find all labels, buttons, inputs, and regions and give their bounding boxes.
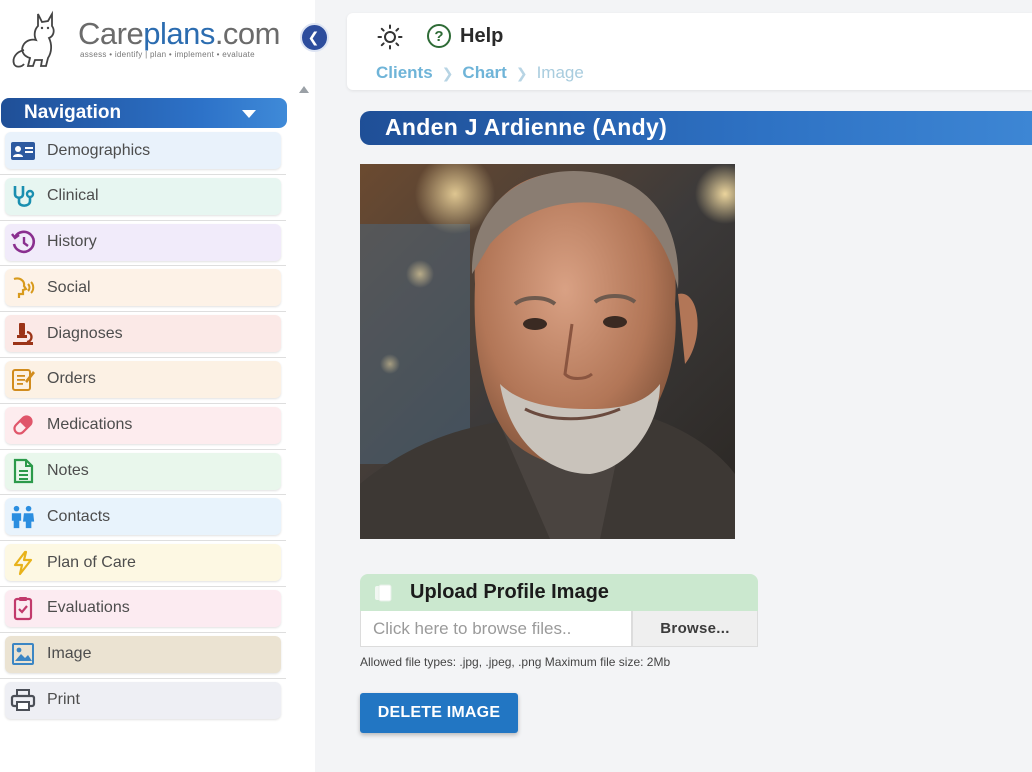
nav-row-image: Image xyxy=(0,633,286,679)
nav-row-contacts: Contacts xyxy=(0,495,286,542)
sidebar-item-label: Clinical xyxy=(47,187,99,205)
sidebar-item-label: Evaluations xyxy=(47,599,130,617)
sidebar-item-history[interactable]: History xyxy=(5,223,281,261)
top-bar: ? Help Clients ❯ Chart ❯ Image xyxy=(347,13,1032,90)
nav-row-demographics: Demographics xyxy=(0,129,286,175)
sidebar-item-orders[interactable]: Orders xyxy=(5,360,281,398)
sidebar-item-label: Notes xyxy=(47,462,89,480)
sidebar-item-notes[interactable]: Notes xyxy=(5,452,281,490)
sidebar-item-print[interactable]: Print xyxy=(5,681,281,719)
help-label: Help xyxy=(460,24,504,47)
clipboard-edit-icon xyxy=(10,366,36,392)
sidebar-item-clinical[interactable]: Clinical xyxy=(5,177,281,215)
cat-logo-icon xyxy=(12,10,55,68)
breadcrumb-current: Image xyxy=(536,63,584,82)
sidebar-item-social[interactable]: Social xyxy=(5,269,281,307)
sidebar-item-label: Social xyxy=(47,278,91,296)
nav-list: Demographics Clinical History Social Dia… xyxy=(0,129,286,724)
id-card-icon xyxy=(10,138,36,164)
upload-panel-title: Upload Profile Image xyxy=(410,581,609,603)
chevron-left-icon: ❮ xyxy=(307,29,320,45)
allowed-file-types-hint: Allowed file types: .jpg, .jpeg, .png Ma… xyxy=(360,655,671,669)
nav-row-notes: Notes xyxy=(0,450,286,496)
history-icon xyxy=(10,229,36,255)
printer-icon xyxy=(10,687,36,713)
delete-image-button[interactable]: DELETE IMAGE xyxy=(360,693,518,733)
people-icon xyxy=(10,504,36,530)
sidebar-item-plan-of-care[interactable]: Plan of Care xyxy=(5,544,281,582)
document-icon xyxy=(10,458,36,484)
breadcrumb-chart[interactable]: Chart xyxy=(462,63,506,83)
sidebar-item-label: History xyxy=(47,233,97,251)
sidebar-item-evaluations[interactable]: Evaluations xyxy=(5,589,281,627)
help-circle-icon: ? xyxy=(427,24,451,48)
sidebar-item-label: Diagnoses xyxy=(47,324,123,342)
breadcrumb: Clients ❯ Chart ❯ Image xyxy=(376,63,584,83)
sidebar-item-image[interactable]: Image xyxy=(5,635,281,673)
help-button[interactable]: ? Help xyxy=(427,24,503,48)
sidebar-item-label: Medications xyxy=(47,416,133,434)
speaking-head-icon xyxy=(10,275,36,301)
caret-down-icon xyxy=(242,110,256,118)
sidebar-item-label: Print xyxy=(47,691,80,709)
patient-profile-photo xyxy=(360,164,735,539)
patient-name-banner: Anden J Ardienne (Andy) xyxy=(360,111,1032,145)
sidebar-item-label: Contacts xyxy=(47,507,111,525)
sidebar: Careplans.com assess • identify | plan •… xyxy=(0,0,315,772)
logo-wordmark: Careplans.com xyxy=(78,16,281,51)
sidebar-item-label: Demographics xyxy=(47,141,151,159)
nav-row-history: History xyxy=(0,221,286,267)
sidebar-item-medications[interactable]: Medications xyxy=(5,406,281,444)
sun-theme-toggle-icon[interactable] xyxy=(377,24,403,50)
sidebar-item-contacts[interactable]: Contacts xyxy=(5,498,281,536)
chevron-right-icon: ❯ xyxy=(515,64,528,81)
sidebar-item-label: Orders xyxy=(47,370,96,388)
patient-name: Anden J Ardienne (Andy) xyxy=(385,114,668,140)
nav-row-clinical: Clinical xyxy=(0,175,286,221)
nav-row-plan-of-care: Plan of Care xyxy=(0,541,286,587)
images-stack-icon xyxy=(373,581,397,605)
lightning-icon xyxy=(10,550,36,576)
nav-row-diagnoses: Diagnoses xyxy=(0,312,286,358)
nav-row-medications: Medications xyxy=(0,404,286,450)
clipboard-check-icon xyxy=(10,595,36,621)
logo-tagline: assess • identify | plan • implement • e… xyxy=(80,50,255,59)
nav-row-evaluations: Evaluations xyxy=(0,587,286,633)
collapse-sidebar-button[interactable]: ❮ xyxy=(300,23,329,52)
browse-button[interactable]: Browse... xyxy=(632,611,758,647)
file-browse-input[interactable]: Click here to browse files.. xyxy=(360,611,632,647)
scroll-up-arrow-icon[interactable] xyxy=(299,86,309,93)
image-icon xyxy=(10,641,36,667)
navigation-title: Navigation xyxy=(24,102,122,123)
sidebar-item-diagnoses[interactable]: Diagnoses xyxy=(5,315,281,353)
sidebar-item-demographics[interactable]: Demographics xyxy=(5,132,281,169)
sidebar-item-label: Plan of Care xyxy=(47,553,136,571)
careplans-logo[interactable]: Careplans.com assess • identify | plan •… xyxy=(8,10,298,72)
nav-row-print: Print xyxy=(0,679,286,725)
chevron-right-icon: ❯ xyxy=(441,64,454,81)
upload-profile-image-panel: Upload Profile Image Click here to brows… xyxy=(360,574,758,647)
microscope-icon xyxy=(10,321,36,347)
pill-icon xyxy=(10,412,36,438)
stethoscope-icon xyxy=(10,183,36,209)
sidebar-item-label: Image xyxy=(47,645,92,663)
nav-row-social: Social xyxy=(0,266,286,313)
upload-panel-header: Upload Profile Image xyxy=(360,574,758,611)
nav-row-orders: Orders xyxy=(0,358,286,404)
breadcrumb-clients[interactable]: Clients xyxy=(376,63,433,83)
navigation-header[interactable]: Navigation xyxy=(1,98,287,128)
